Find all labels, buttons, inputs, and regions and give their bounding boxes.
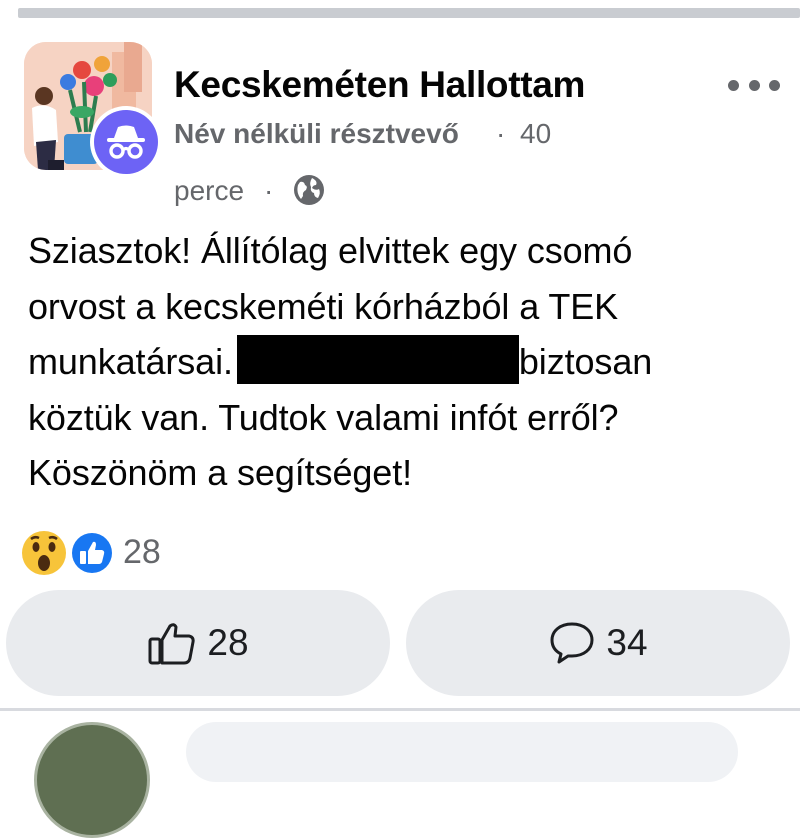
section-divider [0,708,800,711]
post-body: Sziasztok! Állítólag elvittek egy csomó … [28,223,788,501]
group-name[interactable]: Kecskeméten Hallottam [174,64,585,106]
post-text-line: Köszönöm a segítséget! [28,452,413,493]
comment-count: 34 [606,622,648,663]
reaction-count: 28 [123,533,161,571]
post-text-line: köztük van. Tudtok valami infót erről? [28,396,619,438]
post-text-line: munkatársai. biztosan [28,334,788,390]
more-dot-icon [748,79,760,91]
post-text-fragment: munkatársai. [28,341,233,382]
anonymous-participant-badge [90,106,162,178]
post-text-fragment: biztosan [518,341,653,382]
more-dot-icon [728,79,739,91]
comment-button[interactable]: 34 [406,590,790,696]
incognito-icon [107,125,145,159]
meta-separator: · [264,175,274,206]
redaction-bar [236,335,519,384]
meta-separator: · [496,118,506,149]
public-globe-icon [292,173,326,212]
previous-card-edge [18,8,800,18]
post-time-unit[interactable]: perce [174,175,244,207]
post-text-line: orvost a kecskeméti kórházból a TEK [28,285,619,327]
wow-icon [22,531,66,575]
top-strip [0,0,800,8]
commenter-avatar[interactable] [34,722,150,838]
more-dot-icon [769,79,780,91]
comment-bubble[interactable] [186,722,738,782]
more-options-button[interactable] [728,72,780,98]
like-count: 28 [207,622,249,663]
like-button[interactable]: 28 [6,590,390,696]
like-reaction-icon [70,531,114,575]
post-time[interactable]: 40 [520,118,551,150]
author-name[interactable]: Név nélküli résztvevő [174,118,459,150]
comment-bubble-icon [550,622,594,664]
thumbs-up-icon [148,623,196,665]
post-text-line: Sziasztok! Állítólag elvittek egy csomó [28,230,633,271]
